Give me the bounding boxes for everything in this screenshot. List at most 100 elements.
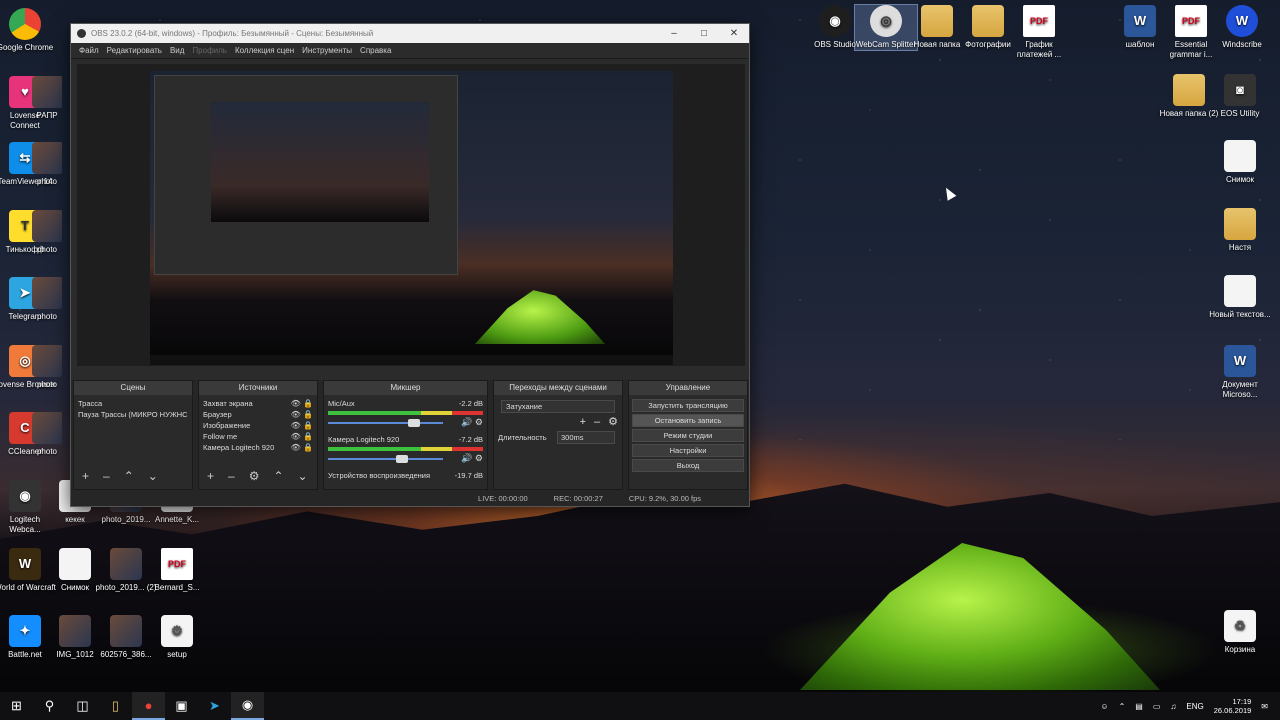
chevron-up-icon[interactable]: ⌃ (1119, 702, 1126, 711)
desktop-icon[interactable]: ◙ EOS Utility (1209, 74, 1271, 119)
source-item[interactable]: Браузер 👁 🔒 (203, 409, 313, 420)
down-icon[interactable]: ⌄ (148, 469, 158, 483)
down-icon[interactable]: ⌄ (298, 469, 308, 483)
obs-taskbar-icon[interactable]: ◉ (231, 692, 264, 720)
sources-dock: Источники Захват экрана 👁 🔒 Браузер 👁 🔒 Изоб… (198, 380, 318, 490)
add-icon[interactable]: + (207, 469, 214, 483)
control-button[interactable]: Настройки (632, 444, 744, 457)
desktop-icon[interactable]: РАПР (32, 76, 62, 121)
desktop-icon[interactable]: Новый текстов... (1209, 275, 1271, 320)
search-icon[interactable]: ⚲ (33, 692, 66, 720)
scene-item[interactable]: Пауза Трассы (МИКРО НУЖНС (78, 409, 188, 420)
slider-handle[interactable] (395, 454, 408, 463)
gear-icon[interactable]: ⚙ (249, 469, 260, 483)
photo-icon (110, 548, 142, 580)
control-button[interactable]: Режим студии (632, 429, 744, 442)
desktop-icon[interactable]: Google Chrome (0, 8, 56, 53)
volume-slider[interactable] (328, 418, 443, 427)
menu-item[interactable]: Справка (360, 46, 391, 55)
minimize-icon[interactable]: – (659, 28, 689, 39)
speaker-gear-icon[interactable]: 🔊 ⚙ (461, 453, 483, 464)
desktop-icon[interactable]: ♻ Корзина (1209, 610, 1271, 655)
windscribe-icon: W (1226, 5, 1258, 37)
volume-icon[interactable]: ♫ (1170, 702, 1176, 711)
close-icon[interactable]: ✕ (719, 28, 749, 39)
source-item[interactable]: Захват экрана 👁 🔒 (203, 398, 313, 409)
obs-preview[interactable] (77, 64, 745, 366)
source-item[interactable]: Follow me 👁 🔒 (203, 431, 313, 442)
desktop-icon[interactable]: photo (32, 210, 62, 255)
desktop-icon[interactable]: ⚙ setup (146, 615, 208, 660)
slider-handle[interactable] (408, 418, 421, 427)
gear-icon[interactable]: ⚙ (608, 417, 618, 428)
obs-title: OBS 23.0.2 (64-bit, windows) - Профиль: … (91, 29, 374, 38)
visibility-lock-icon[interactable]: 👁 🔒 (291, 442, 313, 453)
desktop-icon[interactable]: PDF Bernard_S... (146, 548, 208, 593)
menu-item[interactable]: Файл (79, 46, 99, 55)
menu-item[interactable]: Коллекция сцен (235, 46, 294, 55)
desktop-icon[interactable]: photo (32, 345, 62, 390)
desktop-icon[interactable]: Снимок (1209, 140, 1271, 185)
mixer-channel: Устройство воспроизведения -19.7 dB (328, 470, 483, 481)
controls-dock: Управление Запустить трансляцию Остановит… (628, 380, 748, 490)
desktop-icon-label: photo (36, 177, 58, 186)
desktop-icon[interactable]: Настя (1209, 208, 1271, 253)
source-item[interactable]: Изображение 👁 🔒 (203, 420, 313, 431)
visibility-lock-icon[interactable]: 👁 🔒 (291, 398, 313, 409)
visibility-lock-icon[interactable]: 👁 🔒 (291, 431, 313, 442)
preview-nested-obs (154, 75, 458, 275)
remove-icon[interactable]: – (103, 469, 110, 483)
volume-slider[interactable] (328, 454, 443, 463)
explorer-icon[interactable]: ▯ (99, 692, 132, 720)
channel-name: Mic/Aux (328, 399, 355, 408)
chrome-taskbar-icon[interactable]: ● (132, 692, 165, 720)
obs-titlebar[interactable]: OBS 23.0.2 (64-bit, windows) - Профиль: … (71, 24, 749, 43)
remove-icon[interactable]: – (228, 469, 235, 483)
network-icon[interactable]: ▤ (1135, 702, 1143, 711)
desktop-icon[interactable]: photo (32, 277, 62, 322)
menu-item[interactable]: Редактировать (107, 46, 162, 55)
control-button[interactable]: Запустить трансляцию (632, 399, 744, 412)
obs-window[interactable]: OBS 23.0.2 (64-bit, windows) - Профиль: … (70, 23, 750, 507)
start-button[interactable]: ⊞ (0, 692, 33, 720)
live-status: LIVE: 00:00:00 (478, 493, 528, 503)
menu-item[interactable]: Инструменты (302, 46, 352, 55)
pdf-icon: PDF (1175, 5, 1207, 37)
speaker-gear-icon[interactable]: 🔊 ⚙ (461, 417, 483, 428)
mixer-title: Микшер (324, 381, 487, 395)
remove-icon[interactable]: – (594, 417, 600, 428)
clock-date: 26.06.2019 (1213, 706, 1252, 715)
transition-select[interactable]: Затухание (501, 400, 615, 413)
desktop-icon[interactable]: W Windscribe (1211, 5, 1273, 50)
language-indicator[interactable]: ENG (1186, 702, 1203, 711)
desktop-icon[interactable]: W Документ Microso... (1209, 345, 1271, 400)
camera-icon: ◙ (1224, 74, 1256, 106)
control-button[interactable]: Остановить запись (632, 414, 744, 427)
duration-input[interactable]: 300ms (557, 431, 615, 444)
menu-item[interactable]: Профиль (192, 46, 227, 55)
scene-item[interactable]: Трасса (78, 398, 188, 409)
battery-icon[interactable]: ▭ (1153, 702, 1161, 711)
menu-item[interactable]: Вид (170, 46, 184, 55)
clock[interactable]: 17:19 26.06.2019 (1214, 697, 1252, 715)
channel-db: -7.2 dB (458, 435, 483, 444)
person-icon[interactable]: ☺ (1100, 702, 1108, 711)
desktop-icon[interactable]: PDF График платежей ... (1008, 5, 1070, 60)
task-view-icon[interactable]: ◫ (66, 692, 99, 720)
telegram-taskbar-icon[interactable]: ➤ (198, 692, 231, 720)
maximize-icon[interactable]: □ (689, 28, 719, 39)
control-button[interactable]: Выход (632, 459, 744, 472)
source-item[interactable]: Камера Logitech 920 👁 🔒 (203, 442, 313, 453)
notification-icon[interactable]: ✉ (1261, 702, 1268, 711)
desktop-icon[interactable]: photo (32, 142, 62, 187)
app-taskbar-icon[interactable]: ▣ (165, 692, 198, 720)
desktop-icon[interactable]: photo (32, 412, 62, 457)
up-icon[interactable]: ⌃ (124, 469, 134, 483)
desktop-icon-label: Новый текстов... (1209, 310, 1271, 319)
visibility-lock-icon[interactable]: 👁 🔒 (291, 420, 313, 431)
add-icon[interactable]: + (580, 417, 586, 428)
visibility-lock-icon[interactable]: 👁 🔒 (291, 409, 313, 420)
up-icon[interactable]: ⌃ (273, 469, 283, 483)
add-icon[interactable]: + (82, 469, 89, 483)
battlenet-icon: ✦ (9, 615, 41, 647)
